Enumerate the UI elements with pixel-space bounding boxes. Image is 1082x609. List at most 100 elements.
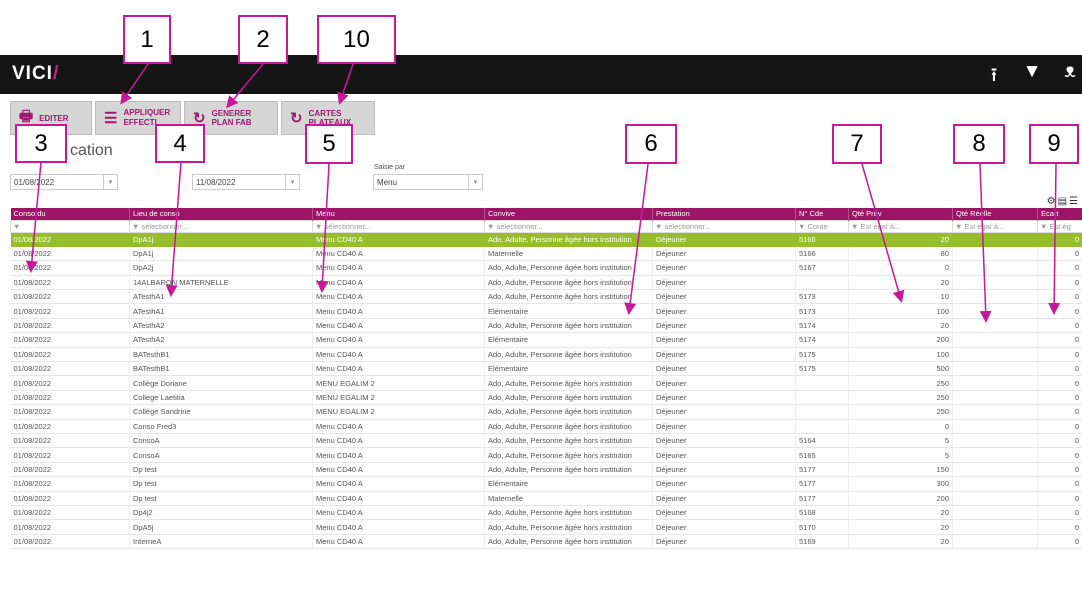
table-cell: 5174 (795, 332, 849, 348)
column-header[interactable]: N° Cde (795, 208, 849, 220)
filter-icon[interactable]: ▼ (1020, 61, 1044, 93)
column-filter[interactable]: ▼ sélectionner... (129, 219, 313, 233)
table-cell: Ado, Adulte, Personne âgée hors institut… (484, 534, 653, 550)
table-cell: Déjeuner (652, 289, 796, 305)
table-row[interactable]: 01/08/2022 ConsoA Menu CD40 A Ado, Adulte, … (10, 447, 1082, 463)
table-row[interactable]: 01/08/2022 ATesthA1 Menu CD40 A Ado, Adulte… (10, 289, 1082, 305)
table-cell: 01/08/2022 (10, 404, 130, 420)
app-logo[interactable]: VICI/ (12, 63, 59, 85)
table-cell: 20 (848, 505, 953, 521)
table-cell: 01/08/2022 (10, 447, 130, 463)
table-cell (952, 332, 1038, 348)
table-row[interactable]: 01/08/2022 DpA1j Menu CD40 A Ado, Adulte, P… (10, 232, 1082, 247)
table-cell: 01/08/2022 (10, 462, 130, 478)
table-row[interactable]: 01/08/2022 ATesthA2 Menu CD40 A Ado, Adulte… (10, 318, 1082, 334)
column-header[interactable]: Conso du (10, 208, 130, 220)
table-row[interactable]: 01/08/2022 BATesthB1 Menu CD40 A Elémentair… (10, 361, 1082, 377)
table-cell: 5167 (795, 260, 849, 276)
callout-6: 6 (625, 124, 677, 164)
table-cell: Elémentaire (484, 361, 653, 377)
table-cell (795, 390, 849, 406)
table-cell: Ado, Adulte, Personne âgée hors institut… (484, 375, 653, 391)
chevron-down-icon[interactable]: ▾ (285, 175, 299, 189)
table-row[interactable]: 01/08/2022 College Laetitia MENU EGALIM 2A… (10, 390, 1082, 406)
column-filter[interactable]: ▼ sélectionner... (484, 219, 653, 233)
upload-icon[interactable]: ⭱ (982, 61, 1006, 93)
column-filter[interactable]: ▼ Est égal à... (952, 219, 1038, 233)
table-row[interactable]: 01/08/2022 Collège Doriane MENU EGALIM 2 Ad… (10, 375, 1082, 391)
table-row[interactable]: 01/08/2022 DpA2j Menu CD40 A Ado, Adulte, P… (10, 260, 1082, 276)
table-cell: Collège Sandrine (129, 404, 313, 420)
table-cell: 0 (1037, 275, 1082, 291)
table-cell: Menu CD40 A (312, 347, 485, 363)
table-cell: Ado, Adulte, Personne âgée hors institut… (484, 260, 653, 276)
chevron-down-icon[interactable]: ▾ (103, 175, 117, 189)
table-row[interactable]: 01/08/2022 ATesthA1 Menu CD40 A Elémentaire… (10, 303, 1082, 319)
table-cell: Ado, Adulte, Personne âgée hors institut… (484, 447, 653, 463)
date-to-field[interactable]: 11/08/2022 ▾ (192, 174, 300, 190)
columns-icon[interactable]: ☰ (1069, 196, 1080, 207)
callout-4: 4 (155, 124, 205, 163)
table-cell: Menu CD40 A (312, 433, 485, 449)
table-cell: Menu CD40 A (312, 318, 485, 334)
table-cell: Menu CD40 A (312, 534, 485, 550)
table-cell: Ado, Adulte, Personne âgée hors institut… (484, 318, 653, 334)
table-cell: ATesthA2 (129, 332, 313, 348)
user-icon[interactable]: ᴥ (1058, 61, 1082, 93)
gear-icon[interactable]: ⚙ (1047, 196, 1058, 207)
saisie-select[interactable]: Menu ▾ (373, 174, 483, 190)
table-cell: 20 (848, 232, 953, 247)
table-cell: Ado, Adulte, Personne âgée hors institut… (484, 505, 653, 521)
column-header[interactable]: Convive (484, 208, 653, 220)
table-row[interactable]: 01/08/2022 14ALBARON MATERNELLE Menu CD40 … (10, 275, 1082, 291)
column-header[interactable]: Ecart (1037, 208, 1082, 220)
table-row[interactable]: 01/08/2022 Dp test Menu CD40 A Maternelle Dé… (10, 491, 1082, 506)
column-header[interactable]: Qté Réelle (952, 208, 1038, 220)
column-header[interactable]: Qté Prév (848, 208, 953, 220)
table-row[interactable]: 01/08/2022 Dp4j2 Menu CD40 A Ado, Adulte, P… (10, 505, 1082, 521)
table-cell: 0 (1037, 347, 1082, 363)
table-cell: Menu CD40 A (312, 260, 485, 276)
table-row[interactable]: 01/08/2022 DpA1j Menu CD40 A Maternelle Déje… (10, 246, 1082, 262)
table-cell: ATesthA1 (129, 289, 313, 305)
table-cell: 250 (848, 375, 953, 391)
table-row[interactable]: 01/08/2022 ConsoA Menu CD40 A Ado, Adulte, … (10, 433, 1082, 449)
table-cell: 01/08/2022 (10, 275, 130, 291)
table-cell: Menu CD40 A (312, 519, 485, 535)
callout-9: 9 (1029, 124, 1079, 164)
column-header[interactable]: Prestation (652, 208, 796, 220)
table-row[interactable]: 01/08/2022 InterneA Menu CD40 A Ado, Adulte… (10, 534, 1082, 550)
table-row[interactable]: 01/08/2022 BATesthB1 Menu CD40 A Ado, Adult… (10, 347, 1082, 363)
column-filter[interactable]: ▼ Est ég (1037, 219, 1082, 233)
table-row[interactable]: 01/08/2022 Dp test Menu CD40 A Ado, Adulte,… (10, 462, 1082, 478)
column-filter[interactable]: ▼ sélectionner... (312, 219, 485, 233)
table-cell: 0 (1037, 390, 1082, 406)
column-filter[interactable]: ▼ Est égal à... (848, 219, 953, 233)
column-header[interactable]: Menu (312, 208, 485, 220)
table-cell: ATesthA1 (129, 303, 313, 319)
column-filter[interactable]: ▼ Conte (795, 219, 849, 233)
table-cell: Déjeuner (652, 347, 796, 363)
chevron-down-icon[interactable]: ▾ (468, 175, 482, 189)
table-cell: 200 (848, 491, 953, 506)
table-cell: 0 (1037, 361, 1082, 377)
table-cell: 0 (1037, 447, 1082, 463)
column-header[interactable]: Lieu de conso (129, 208, 313, 220)
date-from-field[interactable]: 01/08/2022 ▾ (10, 174, 118, 190)
table-cell: 100 (848, 303, 953, 319)
table-cell: 5177 (795, 462, 849, 478)
table-row[interactable]: 01/08/2022 Conso Fred3 Menu CD40 A Ado, Adu… (10, 419, 1082, 434)
table-cell: 5177 (795, 491, 849, 506)
table-row[interactable]: 01/08/2022 ATesthA2 Menu CD40 A Elémentaire… (10, 332, 1082, 348)
table-cell: Déjeuner (652, 462, 796, 478)
table-cell: Déjeuner (652, 519, 796, 535)
table-row[interactable]: 01/08/2022 Collège Sandrine MENU EGALIM 2A… (10, 404, 1082, 420)
table-row[interactable]: 01/08/2022 Dp test Menu CD40 A Elémentaire D… (10, 476, 1082, 492)
table-cell: 5 (848, 433, 953, 449)
column-filter[interactable]: ▼ sélectionner... (652, 219, 796, 233)
table-cell: 0 (848, 419, 953, 434)
export-icon[interactable]: ▤ (1058, 196, 1069, 207)
column-filter[interactable]: ▼ (10, 219, 130, 233)
table-cell: DpA5j (129, 519, 313, 535)
table-row[interactable]: 01/08/2022 DpA5j Menu CD40 A Ado, Adulte, P… (10, 519, 1082, 535)
